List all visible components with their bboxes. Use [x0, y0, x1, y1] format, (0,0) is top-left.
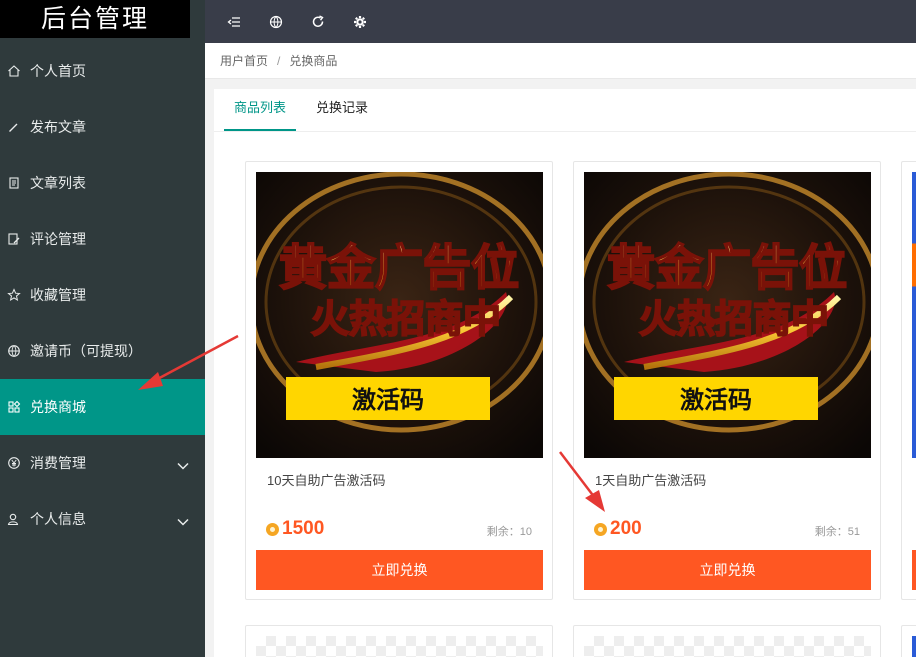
sidebar-item-home[interactable]: 个人首页 — [0, 43, 205, 99]
collapse-menu-icon[interactable] — [213, 0, 255, 43]
sidebar-item-label: 个人信息 — [30, 511, 86, 527]
sidebar-item-label: 文章列表 — [30, 175, 86, 191]
redeem-button[interactable]: 立即兑换 — [256, 550, 543, 590]
sidebar: 后台管理 个人首页 发布文章 文章列表 评论管理 收藏管理 邀请币（可提现） 兑… — [0, 0, 205, 657]
coin-icon — [594, 522, 607, 536]
sidebar-item-invite-coins[interactable]: 邀请币（可提现） — [0, 323, 205, 379]
sidebar-item-comments[interactable]: 评论管理 — [0, 211, 205, 267]
price-value: 1500 — [282, 518, 325, 539]
tab-exchange-records[interactable]: 兑换记录 — [306, 88, 378, 131]
tab-bar: 商品列表 兑换记录 — [214, 89, 916, 132]
tab-product-list[interactable]: 商品列表 — [224, 88, 297, 131]
product-stock: 剩余：51 — [815, 523, 860, 539]
product-card: 黄金广告位 火热招商中 激活码 10天自助广告激活码 1500 剩余：10 立即… — [245, 161, 553, 600]
ad-banner-badge: 激活码 — [680, 386, 752, 414]
product-name: 1天自助广告激活码 — [595, 473, 707, 488]
globe-icon[interactable] — [255, 0, 297, 43]
sidebar-item-label: 收藏管理 — [30, 287, 86, 303]
breadcrumb-current: 兑换商品 — [289, 54, 338, 68]
top-bar — [205, 0, 916, 43]
sidebar-item-articles[interactable]: 文章列表 — [0, 155, 205, 211]
price-value: 200 — [610, 518, 642, 539]
yen-icon — [0, 456, 28, 470]
product-price: 200 — [594, 518, 642, 540]
ad-banner-subtitle: 火热招商中 — [311, 297, 501, 341]
coin-icon — [266, 522, 279, 536]
chevron-down-icon[interactable] — [177, 457, 189, 473]
stock-value: 10 — [519, 526, 532, 538]
product-price: 1500 — [266, 518, 324, 540]
comment-edit-icon — [0, 232, 28, 246]
sidebar-item-label: 评论管理 — [30, 231, 86, 247]
sidebar-item-label: 个人首页 — [30, 63, 86, 79]
ad-banner-subtitle: 火热招商中 — [639, 297, 829, 341]
ad-banner-badge: 激活码 — [352, 386, 424, 414]
product-card: 黄金广告位 火热招商中 激活码 1天自助广告激活码 200 剩余：51 立即兑换 — [573, 161, 881, 600]
sidebar-item-profile[interactable]: 个人信息 — [0, 491, 205, 547]
apps-icon — [0, 400, 28, 414]
stock-value: 51 — [847, 526, 860, 538]
user-icon — [0, 512, 28, 526]
ad-banner-title: 黄金广告位 — [607, 240, 847, 296]
sidebar-item-publish[interactable]: 发布文章 — [0, 99, 205, 155]
product-image: 黄金广告位 火热招商中 激活码 — [584, 172, 871, 458]
sidebar-nav: 个人首页 发布文章 文章列表 评论管理 收藏管理 邀请币（可提现） 兑换商城 消… — [0, 43, 205, 547]
product-image-placeholder — [256, 636, 543, 657]
star-icon — [0, 288, 28, 302]
home-icon — [0, 64, 28, 78]
stock-label: 剩余： — [814, 526, 848, 538]
breadcrumb-separator: / — [277, 53, 281, 68]
sidebar-item-label: 发布文章 — [30, 119, 86, 135]
sidebar-item-label: 邀请币（可提现） — [30, 343, 142, 359]
product-stock: 剩余：10 — [487, 523, 532, 539]
sidebar-item-consumption[interactable]: 消费管理 — [0, 435, 205, 491]
product-image — [912, 172, 916, 458]
refresh-icon[interactable] — [297, 0, 339, 43]
main-panel: 商品列表 兑换记录 黄金广告位 火热招商中 激活码 10天自助广告激活码 150… — [214, 89, 916, 657]
pen-icon — [0, 120, 28, 134]
sidebar-item-label: 消费管理 — [30, 455, 86, 471]
list-icon — [0, 176, 28, 190]
sidebar-item-favorites[interactable]: 收藏管理 — [0, 267, 205, 323]
globe-icon — [0, 344, 28, 358]
product-image-placeholder — [584, 636, 871, 657]
app-logo-title: 后台管理 — [0, 0, 190, 38]
product-card — [573, 625, 881, 657]
chevron-down-icon[interactable] — [177, 513, 189, 529]
settings-icon[interactable] — [339, 0, 381, 43]
product-image: 黄金广告位 火热招商中 激活码 — [256, 172, 543, 458]
product-name: 10天自助广告激活码 — [267, 473, 386, 488]
redeem-button[interactable] — [912, 550, 916, 590]
breadcrumb: 用户首页 / 兑换商品 — [205, 43, 916, 79]
ad-banner-title: 黄金广告位 — [279, 240, 519, 296]
sidebar-item-exchange-mall[interactable]: 兑换商城 — [0, 379, 205, 435]
product-card-partial — [901, 625, 916, 657]
product-card-partial — [901, 161, 916, 600]
sidebar-item-label: 兑换商城 — [30, 399, 86, 415]
redeem-button[interactable]: 立即兑换 — [584, 550, 871, 590]
stock-label: 剩余： — [486, 526, 520, 538]
breadcrumb-home-link[interactable]: 用户首页 — [220, 52, 268, 69]
product-card — [245, 625, 553, 657]
product-image — [912, 636, 916, 657]
